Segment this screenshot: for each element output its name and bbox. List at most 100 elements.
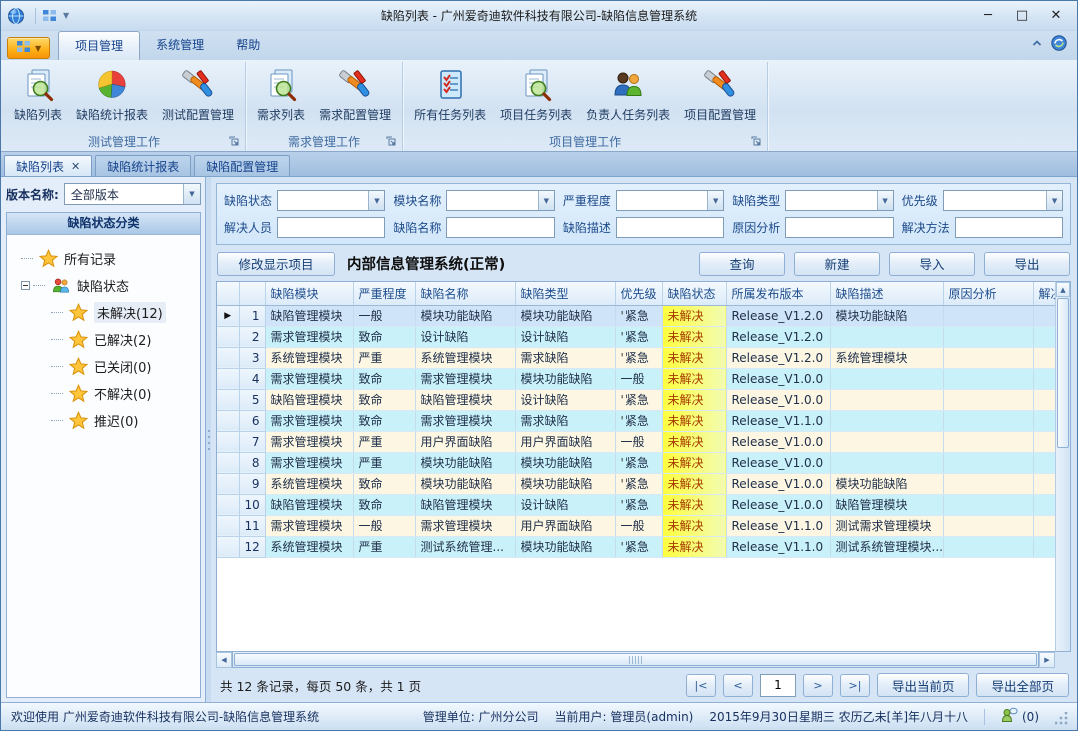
document-tab[interactable]: 缺陷配置管理 (194, 155, 290, 176)
document-tab[interactable]: 缺陷统计报表 (95, 155, 191, 176)
tree-item[interactable]: 缺陷状态 (21, 272, 198, 299)
scroll-left-icon[interactable]: ◀ (216, 652, 232, 668)
column-header[interactable]: 优先级 (615, 282, 662, 305)
document-tab[interactable]: 缺陷列表✕ (4, 155, 92, 176)
table-row[interactable]: 11需求管理模块一般需求管理模块用户界面缺陷一般未解决Release_V1.1.… (217, 515, 1055, 536)
close-button[interactable]: ✕ (1041, 5, 1071, 27)
table-row[interactable]: 5缺陷管理模块致命缺陷管理模块设计缺陷紧急未解决Release_V1.0.0 (217, 389, 1055, 410)
ribbon-button[interactable]: 负责人任务列表 (580, 65, 676, 125)
ribbon-button[interactable]: 缺陷列表 (8, 65, 68, 125)
scroll-right-icon[interactable]: ▶ (1039, 652, 1055, 668)
table-row[interactable]: 12系统管理模块严重测试系统管理...模块功能缺陷紧急未解决Release_V1… (217, 536, 1055, 557)
tree-item[interactable]: 已关闭(0) (21, 353, 198, 380)
table-row[interactable]: ▶1缺陷管理模块一般模块功能缺陷模块功能缺陷紧急未解决Release_V1.2.… (217, 305, 1055, 326)
action-button[interactable]: 导入 (889, 252, 975, 276)
page-number-input[interactable] (760, 674, 796, 697)
tree-item[interactable]: 不解决(0) (21, 380, 198, 407)
chevron-down-icon[interactable]: ▼ (1046, 191, 1062, 210)
ribbon-button[interactable]: 项目配置管理 (678, 65, 762, 125)
prev-page-button[interactable]: < (723, 674, 753, 697)
ribbon-button[interactable]: 测试配置管理 (156, 65, 240, 125)
close-tab-icon[interactable]: ✕ (71, 160, 80, 173)
filter-input[interactable] (616, 217, 724, 238)
dialog-launcher-icon[interactable] (751, 136, 762, 147)
cell-status: 未解决 (662, 536, 726, 557)
help-icon[interactable] (1051, 35, 1067, 54)
ribbon-group: 所有任务列表项目任务列表负责人任务列表项目配置管理项目管理工作 (403, 62, 768, 151)
app-menu-button[interactable]: ▼ (7, 37, 50, 59)
next-page-button[interactable]: > (803, 674, 833, 697)
ribbon-button[interactable]: 需求列表 (251, 65, 311, 125)
first-page-button[interactable]: |< (686, 674, 716, 697)
tree-expander-icon[interactable] (21, 281, 30, 290)
column-header[interactable]: 解决方法 (1033, 282, 1055, 305)
ribbon-tab[interactable]: 帮助 (220, 31, 276, 60)
tree-item[interactable]: 所有记录 (21, 245, 198, 272)
tree-item[interactable]: 推迟(0) (21, 407, 198, 434)
ribbon-tab[interactable]: 系统管理 (140, 31, 220, 60)
column-header[interactable]: 缺陷模块 (265, 282, 353, 305)
chevron-down-icon[interactable]: ▼ (707, 191, 723, 210)
dialog-launcher-icon[interactable] (386, 136, 397, 147)
cell-severity: 严重 (353, 347, 415, 368)
messages-icon[interactable] (1001, 707, 1018, 726)
maximize-button[interactable]: □ (1007, 5, 1037, 27)
chevron-down-icon[interactable]: ▼ (368, 191, 384, 210)
filter-select[interactable]: ▼ (277, 190, 385, 211)
chevron-down-icon[interactable]: ▼ (63, 11, 69, 20)
chevron-down-icon[interactable]: ▼ (538, 191, 554, 210)
vertical-scrollbar[interactable]: ▲ (1055, 281, 1071, 652)
scrollbar-thumb[interactable] (1057, 298, 1069, 448)
minimize-button[interactable]: ─ (973, 5, 1003, 27)
ribbon-button[interactable]: 项目任务列表 (494, 65, 578, 125)
scroll-up-icon[interactable]: ▲ (1056, 282, 1070, 297)
resize-grip[interactable] (1055, 712, 1069, 726)
action-button[interactable]: 查询 (699, 252, 785, 276)
filter-select[interactable]: ▼ (943, 190, 1063, 211)
tree-item[interactable]: 已解决(2) (21, 326, 198, 353)
table-row[interactable]: 7需求管理模块严重用户界面缺陷用户界面缺陷一般未解决Release_V1.0.0 (217, 431, 1055, 452)
dialog-launcher-icon[interactable] (229, 136, 240, 147)
filter-input[interactable] (277, 217, 385, 238)
ribbon-button[interactable]: 所有任务列表 (408, 65, 492, 125)
last-page-button[interactable]: >| (840, 674, 870, 697)
column-header[interactable]: 缺陷名称 (415, 282, 515, 305)
ribbon-button[interactable]: 缺陷统计报表 (70, 65, 154, 125)
filter-input[interactable] (785, 217, 893, 238)
column-header[interactable]: 缺陷描述 (830, 282, 943, 305)
horizontal-scrollbar[interactable]: ◀ ▶ (216, 652, 1071, 668)
cell-module: 缺陷管理模块 (265, 305, 353, 326)
action-button[interactable]: 导出 (984, 252, 1070, 276)
collapse-ribbon-icon[interactable] (1031, 37, 1043, 52)
table-row[interactable]: 8需求管理模块严重模块功能缺陷模块功能缺陷紧急未解决Release_V1.0.0 (217, 452, 1055, 473)
table-row[interactable]: 9系统管理模块致命模块功能缺陷模块功能缺陷紧急未解决Release_V1.0.0… (217, 473, 1055, 494)
column-header[interactable]: 缺陷类型 (515, 282, 615, 305)
table-row[interactable]: 6需求管理模块致命需求管理模块需求缺陷紧急未解决Release_V1.1.0 (217, 410, 1055, 431)
ribbon-tab[interactable]: 项目管理 (58, 31, 140, 60)
version-select[interactable]: 全部版本 ▼ (64, 183, 201, 205)
table-row[interactable]: 10缺陷管理模块致命缺陷管理模块设计缺陷紧急未解决Release_V1.0.0缺… (217, 494, 1055, 515)
column-header[interactable]: 原因分析 (943, 282, 1033, 305)
cell-module: 需求管理模块 (265, 368, 353, 389)
column-header[interactable]: 所属发布版本 (726, 282, 830, 305)
ribbon-button[interactable]: 需求配置管理 (313, 65, 397, 125)
filter-select[interactable]: ▼ (616, 190, 724, 211)
export-all-pages-button[interactable]: 导出全部页 (976, 673, 1069, 697)
table-row[interactable]: 4需求管理模块致命需求管理模块模块功能缺陷一般未解决Release_V1.0.0 (217, 368, 1055, 389)
action-button[interactable]: 新建 (794, 252, 880, 276)
table-row[interactable]: 3系统管理模块严重系统管理模块需求缺陷紧急未解决Release_V1.2.0系统… (217, 347, 1055, 368)
chevron-down-icon[interactable]: ▼ (183, 184, 200, 204)
filter-select[interactable]: ▼ (785, 190, 893, 211)
filter-input[interactable] (446, 217, 554, 238)
column-header[interactable]: 缺陷状态 (662, 282, 726, 305)
filter-input[interactable] (955, 217, 1063, 238)
scrollbar-thumb[interactable] (234, 653, 1037, 666)
modify-columns-button[interactable]: 修改显示项目 (217, 252, 335, 276)
tree-item[interactable]: 未解决(12) (21, 299, 198, 326)
export-current-page-button[interactable]: 导出当前页 (877, 673, 970, 697)
quick-access-grid-icon[interactable] (42, 9, 57, 22)
chevron-down-icon[interactable]: ▼ (877, 191, 893, 210)
column-header[interactable]: 严重程度 (353, 282, 415, 305)
filter-select[interactable]: ▼ (446, 190, 554, 211)
table-row[interactable]: 2需求管理模块致命设计缺陷设计缺陷紧急未解决Release_V1.2.0 (217, 326, 1055, 347)
